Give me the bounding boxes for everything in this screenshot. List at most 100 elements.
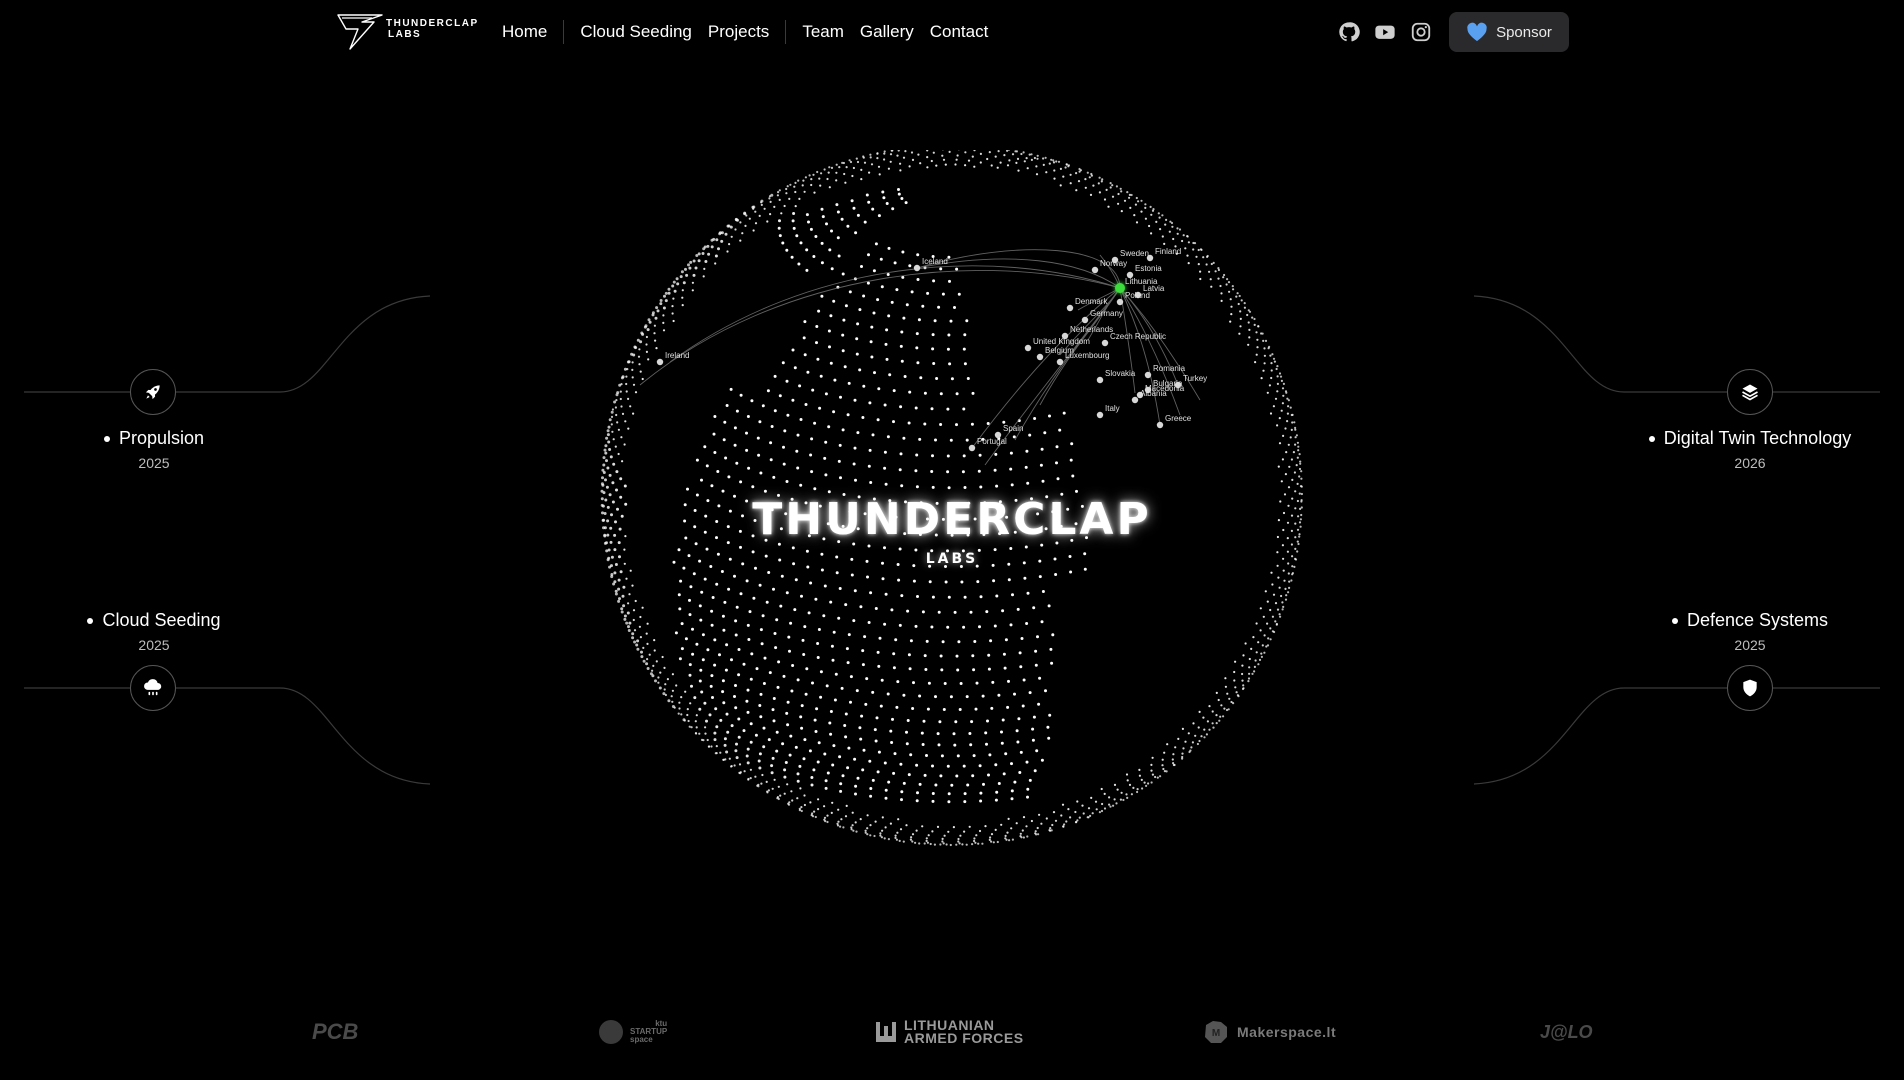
globe-dot — [873, 728, 877, 732]
globe-dot — [830, 644, 834, 648]
globe-dot — [774, 646, 778, 650]
globe-dot — [1217, 698, 1220, 702]
globe-dot — [783, 429, 787, 433]
globe-dot — [1197, 726, 1200, 729]
cloud-seeding-node[interactable] — [130, 665, 176, 711]
globe-dot — [965, 843, 968, 846]
globe-dot — [1002, 772, 1006, 776]
globe-dot — [1294, 490, 1297, 493]
globe-dot — [701, 658, 705, 662]
globe-dot — [1288, 580, 1291, 583]
propulsion-title: Propulsion — [118, 428, 205, 448]
globe-dot — [646, 642, 649, 645]
globe-dot — [636, 647, 640, 651]
topic-propulsion[interactable]: Propulsion 2025 — [14, 428, 294, 471]
globe-dot — [1150, 232, 1153, 235]
globe-dot — [883, 150, 886, 153]
globe-dot — [639, 636, 642, 639]
globe-dot — [839, 782, 843, 786]
partner-makerspace[interactable]: M Makerspace.lt — [1201, 1010, 1336, 1054]
globe-dot — [608, 493, 612, 497]
globe-dot — [778, 394, 782, 398]
topic-defence[interactable]: Defence Systems 2025 — [1610, 610, 1890, 653]
globe-dot — [605, 459, 608, 463]
globe-dot — [826, 820, 829, 824]
globe-dot — [869, 156, 872, 159]
globe-dot — [931, 799, 935, 803]
globe-dot — [1282, 605, 1285, 608]
partner-lithuanian-armed-forces[interactable]: LITHUANIAN ARMED FORCES — [874, 1010, 1024, 1054]
globe-dot — [905, 730, 908, 734]
globe-dot — [871, 433, 875, 437]
globe-dot — [1209, 278, 1212, 281]
globe-dot — [1271, 583, 1274, 586]
globe-dot — [1228, 697, 1231, 700]
globe-dot — [1018, 651, 1022, 655]
globe-dot — [655, 306, 659, 310]
globe-dot — [990, 706, 994, 710]
globe-dot — [957, 840, 960, 843]
globe-dot — [1149, 205, 1152, 208]
globe-dot — [601, 511, 604, 515]
globe-dot — [1276, 551, 1279, 554]
globe-dot — [804, 692, 808, 696]
globe-dot — [1263, 347, 1266, 350]
globe-dot — [776, 796, 779, 799]
globe-dot — [733, 494, 736, 498]
globe-dot — [1015, 161, 1018, 164]
topic-cloud-seeding[interactable]: Cloud Seeding 2025 — [14, 610, 294, 653]
globe-dot — [895, 705, 899, 709]
globe-dot — [787, 635, 791, 639]
globe-dot — [817, 628, 821, 631]
topic-digital-twin[interactable]: Digital Twin Technology 2026 — [1610, 428, 1890, 471]
globe-dot — [1008, 159, 1011, 162]
globe-dot — [1289, 406, 1292, 409]
globe-dot — [984, 731, 988, 735]
globe-dot — [803, 320, 807, 324]
globe-dot — [1299, 525, 1302, 528]
partner-startup-space[interactable]: ktu STARTUP space — [598, 1010, 667, 1054]
globe-dot — [620, 383, 623, 386]
globe-dot — [704, 732, 707, 735]
globe-dot — [1026, 795, 1029, 799]
globe-dot — [963, 486, 967, 489]
partner-jalo[interactable]: J@LO — [1540, 1010, 1593, 1054]
globe-dot — [618, 597, 621, 601]
digital-twin-node[interactable] — [1727, 369, 1773, 415]
globe-dot — [615, 413, 618, 417]
defence-year: 2025 — [1734, 637, 1766, 653]
globe-dot — [698, 679, 702, 683]
globe-dot — [786, 783, 789, 786]
globe-dot — [663, 688, 666, 691]
globe-dot — [1025, 760, 1029, 764]
partner-pcb[interactable]: PCB — [312, 1010, 358, 1054]
globe-dot — [973, 150, 976, 152]
globe-dot — [1299, 485, 1303, 488]
globe-dot — [619, 570, 623, 574]
globe-dot — [836, 822, 839, 825]
globe-dot — [994, 452, 998, 456]
globe-dot — [675, 684, 678, 687]
globe-dot — [737, 717, 741, 721]
globe-dot — [1157, 212, 1160, 215]
globe-dot — [697, 259, 701, 263]
globe-dot — [910, 836, 913, 839]
globe-dot — [1011, 838, 1014, 841]
globe-dot — [984, 825, 987, 828]
location-pin — [1116, 298, 1124, 306]
globe-dot — [963, 362, 967, 366]
defence-node[interactable] — [1727, 665, 1773, 711]
globe-dot — [1113, 798, 1116, 801]
globe-dot — [953, 610, 957, 614]
globe-dot — [1300, 477, 1303, 480]
globe-dot — [1262, 339, 1265, 342]
globe-dot — [809, 801, 812, 804]
globe-dot — [1247, 680, 1250, 683]
globe-dot — [1226, 278, 1229, 281]
globe-dot — [734, 684, 737, 687]
globe-dot — [896, 680, 900, 684]
globe-dot — [746, 623, 750, 627]
globe-dot — [1043, 431, 1047, 435]
propulsion-node[interactable] — [130, 369, 176, 415]
globe-dot — [713, 738, 717, 742]
